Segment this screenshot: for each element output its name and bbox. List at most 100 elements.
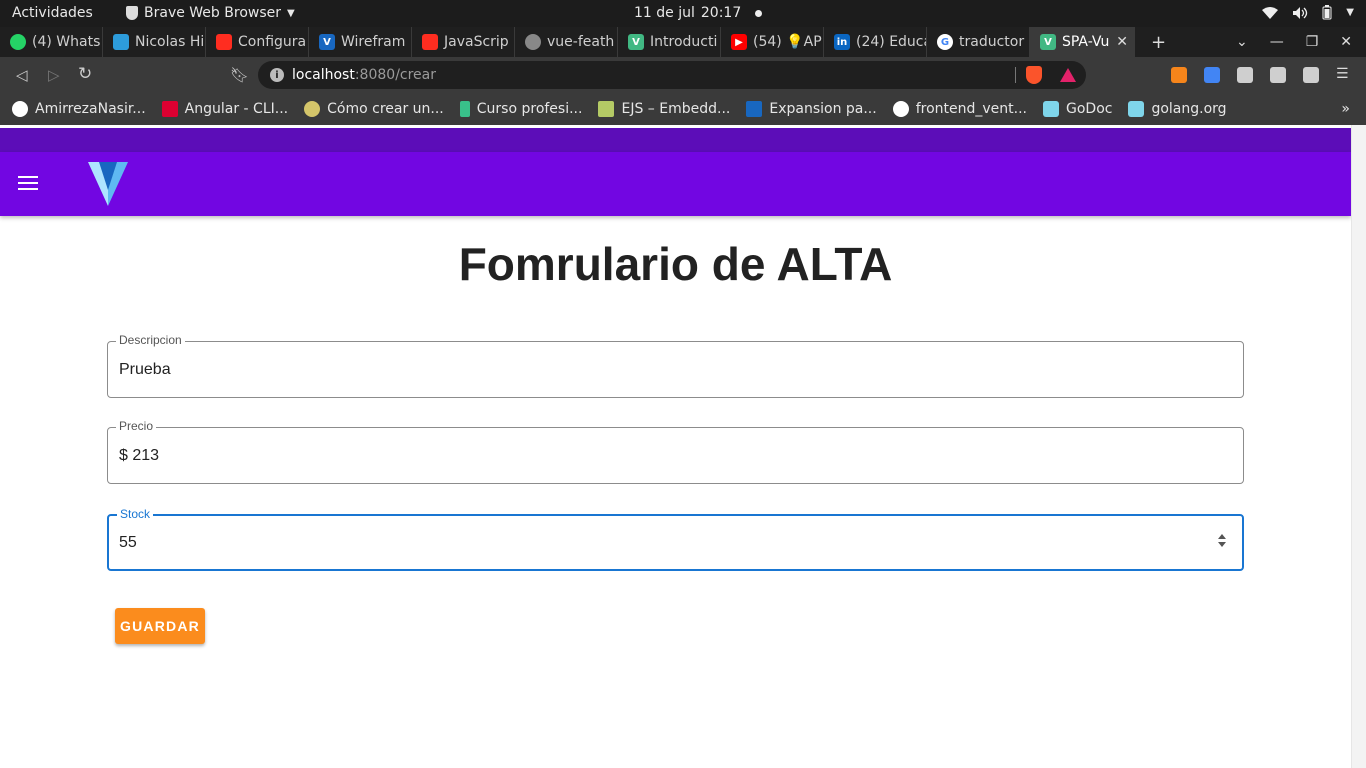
stock-label: Stock: [117, 507, 154, 521]
app-bar: [0, 152, 1351, 216]
gopher-icon: [1043, 101, 1059, 117]
tab[interactable]: JavaScrip: [412, 27, 515, 57]
tab-title: Introducti: [650, 34, 718, 50]
url-host: localhost: [292, 67, 355, 83]
increment-icon[interactable]: [1218, 534, 1226, 539]
github-icon: [12, 101, 28, 117]
page-title: Fomrulario de ALTA: [458, 238, 893, 290]
descripcion-input[interactable]: [119, 356, 1199, 384]
minimize-icon[interactable]: —: [1270, 34, 1284, 50]
brave-shields-icon[interactable]: [1026, 66, 1042, 84]
app-name: Brave Web Browser: [144, 5, 281, 21]
tab[interactable]: ▶ (54) 💡AP: [721, 27, 824, 57]
back-icon[interactable]: ◁: [16, 66, 28, 84]
bookmark-icon[interactable]: 🔖︎: [230, 66, 249, 84]
tab[interactable]: vue-feath: [515, 27, 618, 57]
bookmark-item[interactable]: golang.org: [1128, 101, 1227, 117]
system-menu-chevron-icon: ▼: [1346, 7, 1354, 18]
laravel-icon: [216, 34, 232, 50]
bookmark-item[interactable]: AmirrezaNasir...: [12, 101, 146, 117]
tab-title: JavaScrip: [444, 34, 509, 50]
vuetify-icon: V: [319, 34, 335, 50]
volume-icon: [1293, 6, 1308, 19]
angular-icon: [161, 101, 178, 117]
vue-icon: V: [628, 34, 644, 50]
bookmark-label: Expansion pa...: [769, 101, 877, 117]
bookmark-item[interactable]: EJS – Embedd...: [598, 101, 730, 117]
bookmark-label: Cómo crear un...: [327, 101, 444, 117]
battery-icon: [1322, 5, 1332, 20]
time-label: 20:17: [700, 5, 742, 21]
page-scrollbar[interactable]: [1351, 125, 1366, 768]
tab-active[interactable]: V SPA-Vu ✕: [1030, 27, 1135, 57]
bookmark-label: AmirrezaNasir...: [35, 101, 146, 117]
wallet-icon[interactable]: [1303, 67, 1319, 83]
tab-search-chevron-icon[interactable]: ⌄: [1236, 34, 1248, 50]
bookmark-item[interactable]: Expansion pa...: [746, 101, 877, 117]
decrement-icon[interactable]: [1218, 542, 1226, 547]
site-info-icon[interactable]: i: [270, 68, 284, 82]
forward-icon[interactable]: ▷: [48, 66, 60, 84]
system-tray[interactable]: ▼: [1262, 5, 1354, 20]
tab-title: (54) 💡AP: [753, 34, 822, 50]
close-window-icon[interactable]: ✕: [1340, 34, 1352, 50]
more-bookmarks-icon[interactable]: »: [1341, 101, 1350, 117]
tab[interactable]: Configura: [206, 27, 309, 57]
reload-icon[interactable]: ↻: [78, 64, 92, 84]
playlist-icon[interactable]: [1270, 67, 1286, 83]
bookmark-label: Curso profesi...: [476, 101, 583, 117]
tab-title: Wirefram: [341, 34, 406, 50]
address-bar[interactable]: i localhost:8080/crear: [258, 61, 1086, 89]
tab-strip: (4) Whats Nicolas Hi Configura V Wirefram…: [0, 27, 1366, 57]
bookmark-label: Angular - CLI...: [184, 101, 289, 117]
vuetify-logo-icon[interactable]: [88, 160, 128, 208]
tab[interactable]: Gtraductor: [927, 27, 1030, 57]
bookmark-item[interactable]: Cómo crear un...: [304, 101, 444, 117]
bookmark-item[interactable]: GoDoc: [1043, 101, 1112, 117]
precio-label: Precio: [116, 419, 157, 433]
tab-title: (4) Whats: [32, 34, 101, 50]
google-translate-icon[interactable]: [1204, 67, 1220, 83]
brave-rewards-icon[interactable]: [1060, 68, 1076, 82]
vue-icon: V: [1040, 34, 1056, 50]
bookmarks-bar: AmirrezaNasir... Angular - CLI... Cómo c…: [0, 93, 1366, 125]
tab-actions: + ⌄ — ❐ ✕: [1135, 27, 1366, 57]
bookmark-label: EJS – Embedd...: [621, 101, 731, 117]
extensions-puzzle-icon[interactable]: [1237, 67, 1253, 83]
stock-stepper[interactable]: [1218, 534, 1228, 550]
bookmark-item[interactable]: Angular - CLI...: [161, 101, 289, 117]
laravel-icon: [422, 34, 438, 50]
restore-icon[interactable]: ❐: [1306, 34, 1319, 50]
tab[interactable]: Nicolas Hi: [103, 27, 206, 57]
date-label: 11 de jul: [634, 5, 695, 21]
app-menu[interactable]: Brave Web Browser ▼: [126, 5, 295, 21]
bookmark-item[interactable]: frontend_vent...: [892, 101, 1027, 117]
metamask-icon[interactable]: [1171, 67, 1187, 83]
tab-title: Configura: [238, 34, 307, 50]
course-icon: [459, 101, 470, 117]
new-tab-icon[interactable]: +: [1151, 32, 1166, 53]
clock[interactable]: 11 de jul 20:17: [634, 5, 763, 21]
save-button[interactable]: GUARDAR: [115, 608, 205, 644]
youtube-icon: ▶: [731, 34, 747, 50]
menu-icon[interactable]: [18, 176, 38, 192]
tab[interactable]: in (24) Educa: [824, 27, 927, 57]
brave-lion-icon: [126, 6, 138, 20]
tab[interactable]: V Wirefram: [309, 27, 412, 57]
descripcion-field: Descripcion: [107, 333, 1244, 398]
tab[interactable]: V Introducti: [618, 27, 721, 57]
tab[interactable]: (4) Whats: [0, 27, 103, 57]
stock-input[interactable]: [119, 529, 1199, 557]
tab-title: vue-feath: [547, 34, 615, 50]
tab-title: traductor: [959, 34, 1025, 50]
ejs-icon: [598, 101, 615, 117]
close-tab-icon[interactable]: ✕: [1116, 34, 1128, 50]
browser-menu-icon[interactable]: ☰: [1336, 67, 1352, 83]
gopher-icon: [1128, 101, 1145, 117]
bookmark-item[interactable]: Curso profesi...: [459, 101, 583, 117]
bookmark-label: frontend_vent...: [915, 101, 1027, 117]
system-top-bar: Actividades Brave Web Browser ▼ 11 de ju…: [0, 0, 1366, 27]
activities-button[interactable]: Actividades: [12, 5, 93, 21]
chevron-down-icon: ▼: [287, 7, 295, 19]
precio-input[interactable]: [119, 442, 1199, 470]
